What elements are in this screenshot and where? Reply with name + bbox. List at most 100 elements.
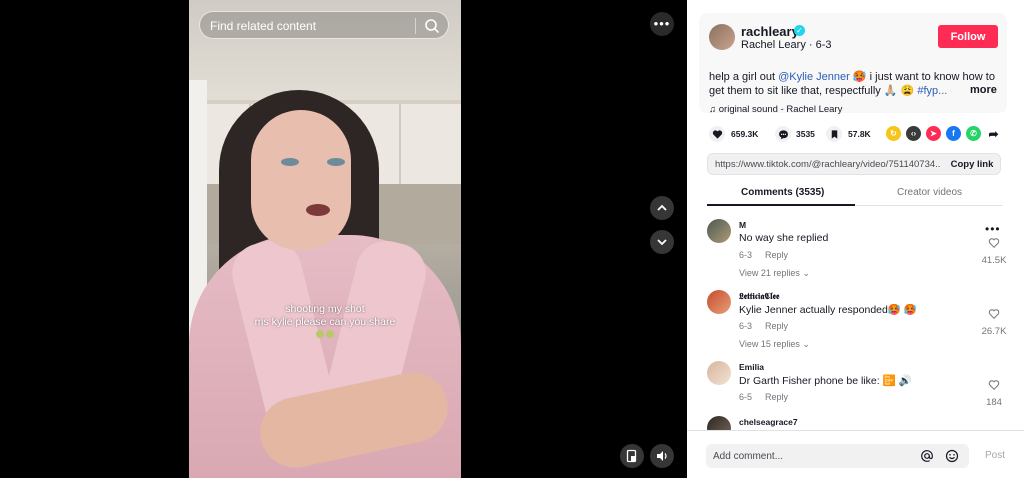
embed-button[interactable]: ‹› xyxy=(906,126,921,141)
chevron-up-icon xyxy=(657,204,667,211)
video-subject xyxy=(306,204,330,216)
separator-dot: · xyxy=(808,39,816,51)
view-replies-button[interactable]: View 15 replies ⌄ xyxy=(739,339,810,350)
send-friend-button[interactable]: ➤ xyxy=(926,126,941,141)
add-comment-input[interactable] xyxy=(713,448,903,464)
username[interactable]: rachleary xyxy=(741,24,799,39)
video-url: https://www.tiktok.com/@rachleary/video/… xyxy=(715,159,940,170)
search-input[interactable] xyxy=(210,17,410,35)
repost-button[interactable]: ↻ xyxy=(886,126,901,141)
panel-tabs: Comments (3535) Creator videos xyxy=(707,180,1003,206)
more-options-button[interactable]: ••• xyxy=(650,12,674,36)
chevron-down-icon xyxy=(657,239,667,246)
facebook-share-button[interactable]: f xyxy=(946,126,961,141)
comment-like-button[interactable]: 184 xyxy=(979,378,1009,408)
video-background xyxy=(399,104,401,184)
add-comment-box xyxy=(706,444,969,468)
sound-link[interactable]: ♫ original sound - Rachel Leary xyxy=(709,104,842,115)
video-caption: shooting my shot ms kylie please can you… xyxy=(189,303,461,342)
like-button[interactable] xyxy=(709,126,725,142)
comment-more-icon[interactable]: ••• xyxy=(985,222,1001,236)
search-bar xyxy=(199,11,449,39)
post-comment-button[interactable]: Post xyxy=(985,450,1005,461)
heart-outline-icon xyxy=(988,238,1000,249)
avatar[interactable] xyxy=(707,219,731,243)
avatar[interactable] xyxy=(707,416,731,430)
avatar[interactable] xyxy=(709,24,735,50)
bookmark-icon xyxy=(831,129,837,139)
comment-item: chelseagrace7 xyxy=(707,411,1007,430)
like-count: 659.3K xyxy=(731,129,759,139)
comment-date: 6-5 xyxy=(739,392,753,402)
comment-text: Kylie Jenner actually responded🥵 🥵 xyxy=(739,304,917,316)
avatar[interactable] xyxy=(707,290,731,314)
comment-username[interactable]: 𝕷𝖊𝖙𝖙𝖎𝖈𝖎𝖆𝕮𝖑𝖊𝖊 xyxy=(739,291,779,302)
caption-line: ms kylie please can you share xyxy=(254,316,396,328)
caption-emoji xyxy=(189,329,461,342)
copy-link-button[interactable]: Copy link xyxy=(944,156,1000,173)
facebook-icon: f xyxy=(952,129,955,138)
search-icon[interactable] xyxy=(422,16,442,36)
follow-button[interactable]: Follow xyxy=(938,25,998,48)
volume-icon xyxy=(657,451,667,461)
whatsapp-share-button[interactable]: ✆ xyxy=(966,126,981,141)
video-player[interactable]: shooting my shot ms kylie please can you… xyxy=(189,0,461,478)
comment-like-count: 184 xyxy=(986,397,1002,408)
next-video-button[interactable] xyxy=(650,230,674,254)
tab-comments[interactable]: Comments (3535) xyxy=(741,187,824,198)
view-replies-label: View 21 replies xyxy=(739,268,800,278)
pip-icon xyxy=(626,449,637,463)
caption-line: shooting my shot xyxy=(285,303,365,315)
avatar[interactable] xyxy=(707,361,731,385)
hashtag-link[interactable]: #fyp... xyxy=(917,85,947,97)
view-replies-button[interactable]: View 21 replies ⌄ xyxy=(739,268,810,279)
previous-video-button[interactable] xyxy=(650,196,674,220)
video-subject xyxy=(251,110,351,250)
author-subline: Rachel Leary · 6-3 xyxy=(741,39,832,51)
comment-like-button[interactable]: 41.5K xyxy=(979,236,1009,266)
save-count: 57.8K xyxy=(848,129,871,139)
comment-username[interactable]: Emilia xyxy=(739,362,764,372)
video-subject xyxy=(327,158,345,166)
comment-date: 6-3 xyxy=(739,250,753,260)
emoji-icon[interactable] xyxy=(945,449,959,463)
post-date: 6-3 xyxy=(815,39,832,51)
comment-like-button[interactable]: 26.7K xyxy=(979,307,1009,337)
comment-item: 𝕷𝖊𝖙𝖙𝖎𝖈𝖎𝖆𝕮𝖑𝖊𝖊 Kylie Jenner actually respo… xyxy=(707,285,1007,355)
video-link-box: https://www.tiktok.com/@rachleary/video/… xyxy=(707,153,1001,175)
mention-icon[interactable] xyxy=(920,449,934,463)
picture-in-picture-button[interactable] xyxy=(620,444,644,468)
reply-button[interactable]: Reply xyxy=(765,250,788,260)
comment-like-count: 41.5K xyxy=(981,255,1007,266)
verified-icon: ✓ xyxy=(794,25,805,36)
add-comment-bar: Post xyxy=(687,430,1024,478)
comment-username[interactable]: M xyxy=(739,220,746,230)
save-button[interactable] xyxy=(826,126,842,142)
send-icon: ➤ xyxy=(930,129,937,138)
more-share-button[interactable]: ➦ xyxy=(986,126,1001,141)
comment-button[interactable] xyxy=(775,126,791,142)
chevron-down-icon: ⌄ xyxy=(802,339,810,349)
comment-like-count: 26.7K xyxy=(981,326,1007,337)
post-description: help a girl out @Kylie Jenner 🥵 i just w… xyxy=(709,70,999,98)
comment-username[interactable]: chelseagrace7 xyxy=(739,417,798,427)
chevron-down-icon: ⌄ xyxy=(802,268,810,278)
whatsapp-icon: ✆ xyxy=(970,129,977,138)
repost-icon: ↻ xyxy=(890,129,897,138)
more-dots-icon: ••• xyxy=(653,16,671,31)
volume-button[interactable] xyxy=(650,444,674,468)
video-stage: shooting my shot ms kylie please can you… xyxy=(0,0,687,478)
active-tab-indicator xyxy=(707,204,855,206)
more-button[interactable]: more xyxy=(970,84,997,96)
sound-label: original sound - Rachel Leary xyxy=(718,104,843,115)
search-divider xyxy=(415,18,416,34)
details-panel: rachleary ✓ Rachel Leary · 6-3 Follow he… xyxy=(687,0,1024,478)
post-info-card: rachleary ✓ Rachel Leary · 6-3 Follow he… xyxy=(699,13,1007,115)
reply-button[interactable]: Reply xyxy=(765,392,788,402)
tab-creator-videos[interactable]: Creator videos xyxy=(897,187,962,198)
reply-button[interactable]: Reply xyxy=(765,321,788,331)
comment-text: Dr Garth Fisher phone be like: 📴 🔊 xyxy=(739,375,912,387)
comment-count: 3535 xyxy=(796,129,815,139)
share-arrow-icon: ➦ xyxy=(988,126,999,141)
mention-link[interactable]: @Kylie Jenner xyxy=(778,71,850,83)
